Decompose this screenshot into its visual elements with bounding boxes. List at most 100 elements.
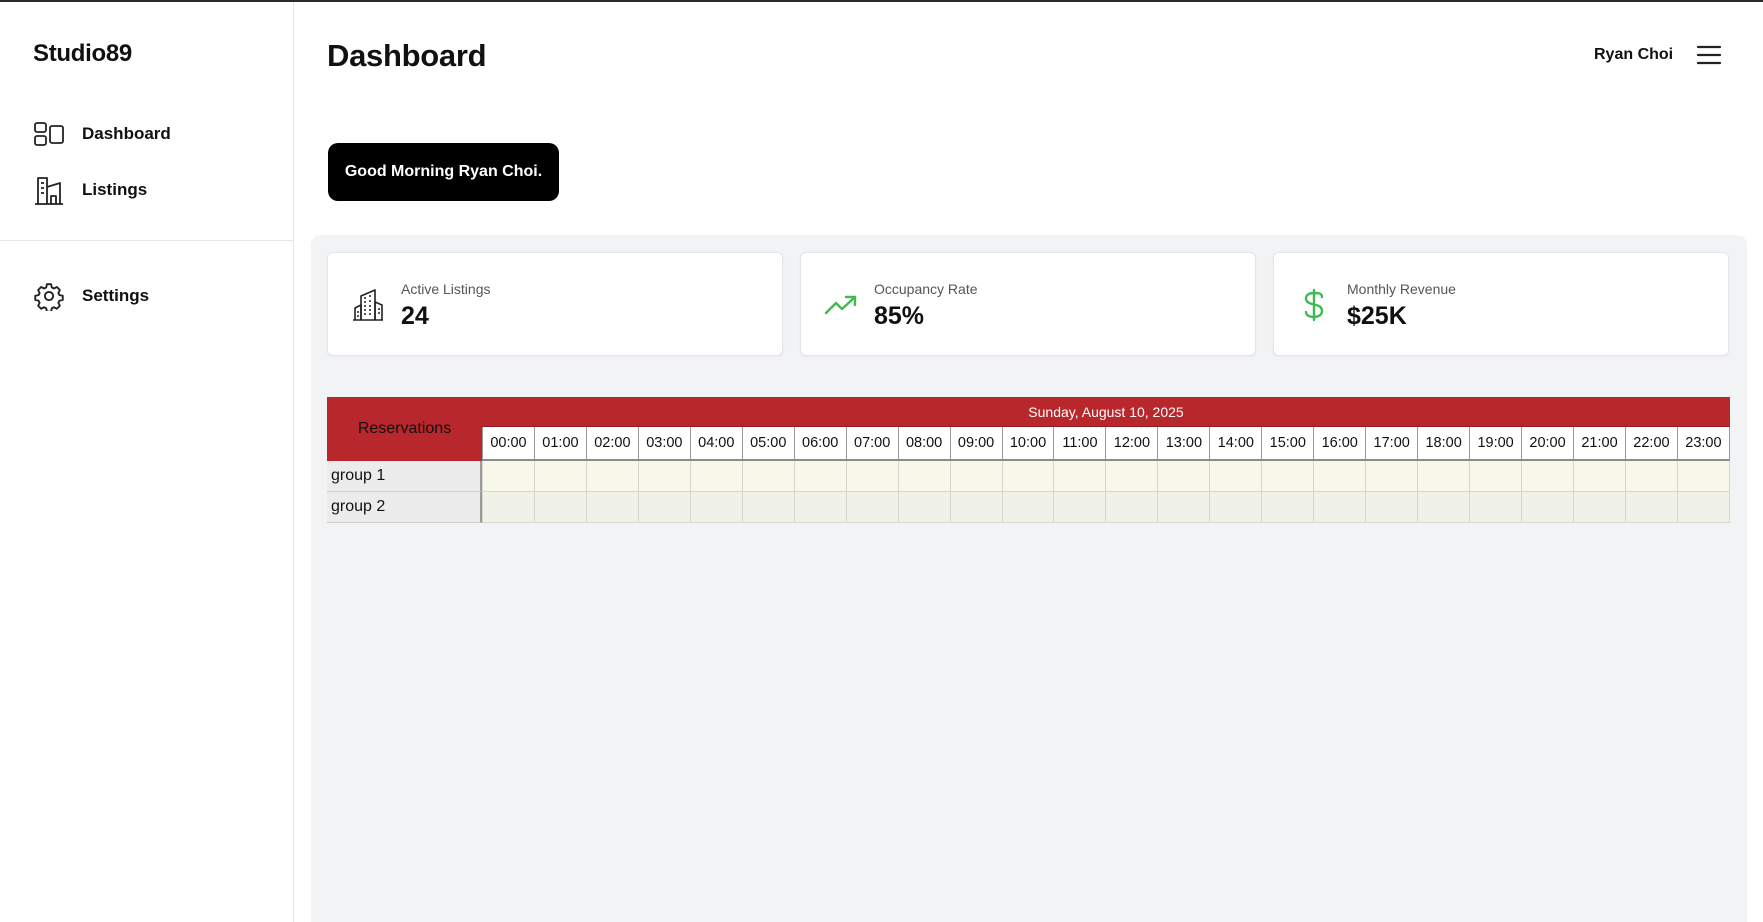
time-slot-row: [482, 492, 1730, 523]
stat-value: 24: [401, 302, 429, 330]
table-row: group 2: [327, 492, 1730, 523]
time-slot-cell[interactable]: [1365, 492, 1418, 523]
time-slot-cell[interactable]: [1521, 461, 1574, 492]
hour-header-row: 00:00 01:00 02:00 03:00 04:00 05:00 06:00 07:00…: [482, 427, 1730, 461]
sidebar-item-listings[interactable]: Listings: [33, 172, 273, 208]
time-slot-cell[interactable]: [1469, 461, 1522, 492]
time-slot-cell[interactable]: [689, 461, 742, 492]
time-slot-cell[interactable]: [1053, 461, 1106, 492]
stat-value: 85%: [874, 302, 925, 330]
time-slot-cell[interactable]: [1209, 492, 1262, 523]
gear-icon: [33, 280, 65, 312]
page-title: Dashboard: [327, 38, 487, 73]
stat-card-active-listings: Active Listings 24: [327, 252, 783, 356]
group-label: group 1: [327, 461, 482, 492]
time-slot-cell[interactable]: [845, 492, 898, 523]
hour-header-cell: 05:00: [741, 427, 794, 459]
stat-card-occupancy-rate: Occupancy Rate 85%: [800, 252, 1256, 356]
time-slot-cell[interactable]: [1157, 461, 1210, 492]
time-slot-cell[interactable]: [1573, 461, 1625, 492]
time-slot-cell[interactable]: [793, 492, 846, 523]
time-slot-cell[interactable]: [1521, 492, 1574, 523]
hour-header-cell: 01:00: [533, 427, 586, 459]
time-slot-cell[interactable]: [1573, 492, 1625, 523]
time-slot-cell[interactable]: [1676, 461, 1730, 492]
time-slot-cell[interactable]: [741, 461, 794, 492]
time-slot-cell[interactable]: [1105, 461, 1158, 492]
hour-header-cell: 08:00: [897, 427, 950, 459]
stat-label: Occupancy Rate: [874, 281, 978, 297]
hour-header-cell: 07:00: [845, 427, 898, 459]
time-slot-cell[interactable]: [1261, 461, 1314, 492]
time-slot-cell[interactable]: [1001, 492, 1054, 523]
hour-header-cell: 19:00: [1469, 427, 1521, 459]
time-slot-cell[interactable]: [637, 492, 690, 523]
time-slot-cell[interactable]: [793, 461, 846, 492]
stat-label: Monthly Revenue: [1347, 281, 1456, 297]
time-slot-cell[interactable]: [1209, 461, 1262, 492]
sidebar-item-settings[interactable]: Settings: [33, 278, 273, 314]
time-slot-cell[interactable]: [897, 492, 950, 523]
office-building-icon: [350, 287, 386, 323]
main-panel: Active Listings 24 Occupancy Rate 85% Mo…: [311, 235, 1747, 922]
sidebar-divider: [0, 240, 294, 241]
time-slot-cell[interactable]: [482, 492, 534, 523]
hour-header-cell: 17:00: [1365, 427, 1417, 459]
time-slot-cell[interactable]: [1676, 492, 1730, 523]
time-slot-cell[interactable]: [1469, 492, 1522, 523]
trending-up-icon: [823, 287, 859, 323]
time-slot-cell[interactable]: [949, 461, 1002, 492]
hour-header-cell: 04:00: [689, 427, 742, 459]
time-slot-cell[interactable]: [845, 461, 898, 492]
hour-header-cell: 23:00: [1676, 427, 1730, 459]
dashboard-icon: [33, 118, 65, 150]
hour-header-cell: 02:00: [585, 427, 638, 459]
group-label: group 2: [327, 492, 482, 523]
time-slot-cell[interactable]: [585, 492, 638, 523]
time-slot-cell[interactable]: [1417, 461, 1470, 492]
time-slot-cell[interactable]: [1261, 492, 1314, 523]
sidebar: Studio89 Dashboard Listings Settings: [0, 2, 294, 922]
hamburger-menu-icon[interactable]: [1696, 44, 1722, 66]
building-icon: [33, 174, 65, 206]
hour-header-cell: 12:00: [1105, 427, 1157, 459]
time-slot-cell[interactable]: [741, 492, 794, 523]
time-slot-cell[interactable]: [1157, 492, 1210, 523]
time-slot-cell[interactable]: [1365, 461, 1418, 492]
stat-label: Active Listings: [401, 281, 491, 297]
user-name[interactable]: Ryan Choi: [1594, 46, 1673, 64]
time-slot-cell[interactable]: [1313, 461, 1366, 492]
time-slot-cell[interactable]: [689, 492, 742, 523]
time-slot-row: [482, 461, 1730, 492]
hour-header-cell: 21:00: [1573, 427, 1625, 459]
time-slot-cell[interactable]: [533, 492, 586, 523]
hour-header-cell: 11:00: [1053, 427, 1105, 459]
hour-header-cell: 03:00: [637, 427, 690, 459]
schedule-date: Sunday, August 10, 2025: [482, 397, 1730, 427]
stat-card-monthly-revenue: Monthly Revenue $25K: [1273, 252, 1729, 356]
stat-value: $25K: [1347, 302, 1407, 330]
time-slot-cell[interactable]: [585, 461, 638, 492]
time-slot-cell[interactable]: [1105, 492, 1158, 523]
sidebar-item-label: Settings: [82, 286, 150, 305]
hour-header-cell: 16:00: [1313, 427, 1365, 459]
time-slot-cell[interactable]: [949, 492, 1002, 523]
hour-header-cell: 06:00: [793, 427, 846, 459]
time-slot-cell[interactable]: [1624, 461, 1677, 492]
hour-header-cell: 10:00: [1001, 427, 1054, 459]
time-slot-cell[interactable]: [637, 461, 690, 492]
time-slot-cell[interactable]: [1001, 461, 1054, 492]
time-slot-cell[interactable]: [1313, 492, 1366, 523]
hour-header-cell: 14:00: [1209, 427, 1261, 459]
hour-header-cell: 20:00: [1521, 427, 1573, 459]
hour-header-cell: 15:00: [1261, 427, 1313, 459]
time-slot-cell[interactable]: [482, 461, 534, 492]
sidebar-item-dashboard[interactable]: Dashboard: [33, 116, 273, 152]
reservations-header: Reservations: [327, 397, 482, 461]
time-slot-cell[interactable]: [897, 461, 950, 492]
time-slot-cell[interactable]: [533, 461, 586, 492]
time-slot-cell[interactable]: [1417, 492, 1470, 523]
dollar-icon: [1296, 287, 1332, 323]
time-slot-cell[interactable]: [1053, 492, 1106, 523]
time-slot-cell[interactable]: [1624, 492, 1677, 523]
